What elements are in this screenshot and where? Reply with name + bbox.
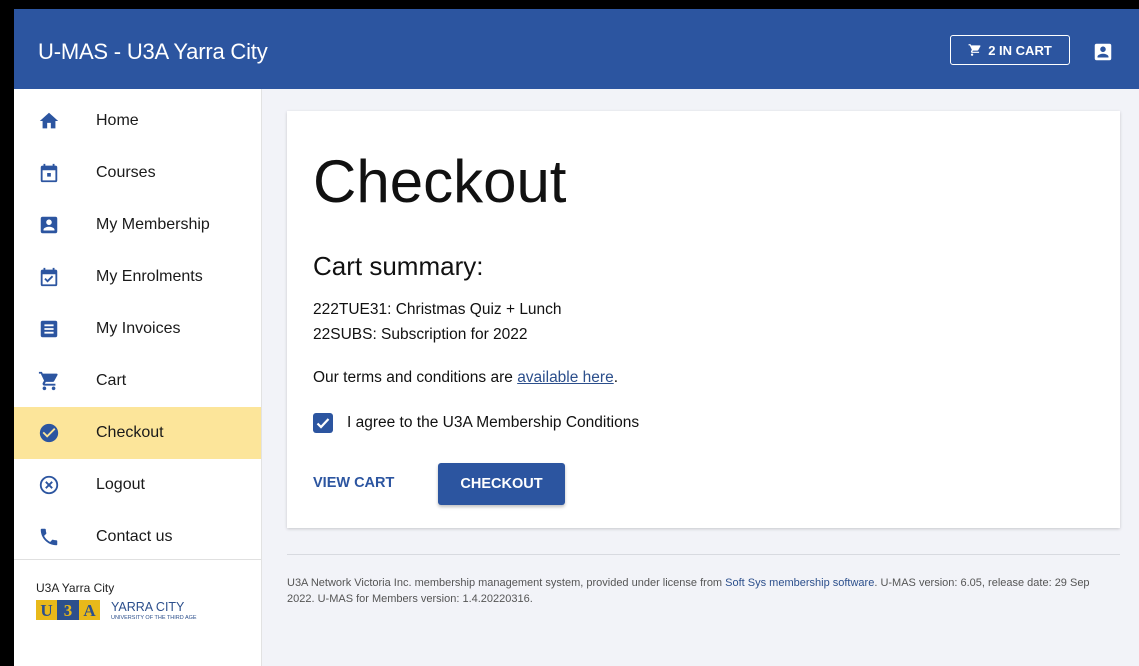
svg-text:A: A bbox=[83, 601, 96, 620]
sidebar-item-label: My Membership bbox=[96, 216, 210, 233]
cart-icon bbox=[968, 44, 981, 56]
footer-divider bbox=[287, 554, 1120, 555]
cart-summary-item: 22SUBS: Subscription for 2022 bbox=[313, 326, 528, 343]
terms-suffix: . bbox=[613, 369, 619, 386]
checkout-button[interactable]: CHECKOUT bbox=[438, 463, 565, 505]
organisation-name: U3A Yarra City bbox=[36, 581, 115, 595]
cart-count-label: 2 IN CART bbox=[988, 42, 1052, 58]
terms-prefix: Our terms and conditions are bbox=[313, 369, 518, 386]
account-box-icon[interactable] bbox=[1092, 41, 1114, 63]
cart-summary-item: 222TUE31: Christmas Quiz + Lunch bbox=[313, 301, 562, 318]
top-app-bar: U-MAS - U3A Yarra City 2 IN CART bbox=[14, 9, 1139, 89]
terms-text: Our terms and conditions are available h… bbox=[313, 369, 618, 387]
calendar-check-icon bbox=[40, 267, 58, 287]
sidebar-item-label: My Invoices bbox=[96, 320, 181, 337]
sidebar-item-logout[interactable]: Logout bbox=[14, 459, 261, 511]
footer-text: U3A Network Victoria Inc. membership man… bbox=[287, 575, 1117, 607]
cart-icon bbox=[38, 371, 58, 391]
calendar-icon bbox=[40, 163, 58, 183]
sidebar-divider bbox=[14, 559, 261, 560]
app-title: U-MAS - U3A Yarra City bbox=[38, 39, 268, 64]
sidebar-item-home[interactable]: Home bbox=[14, 95, 261, 147]
agree-checkbox[interactable] bbox=[313, 413, 333, 433]
sidebar-item-label: Logout bbox=[96, 476, 145, 493]
phone-icon bbox=[40, 528, 58, 546]
sidebar-item-label: Contact us bbox=[96, 528, 173, 545]
cart-summary-heading: Cart summary: bbox=[313, 251, 484, 281]
u3a-logo: U 3 A YARRA CITY UNIVERSITY OF THE THIRD… bbox=[36, 600, 197, 621]
sidebar-item-cart[interactable]: Cart bbox=[14, 355, 261, 407]
svg-text:3: 3 bbox=[64, 601, 73, 620]
cart-button[interactable]: 2 IN CART bbox=[950, 35, 1070, 65]
sidebar-item-my-enrolments[interactable]: My Enrolments bbox=[14, 251, 261, 303]
sidebar-item-label: Cart bbox=[96, 372, 127, 389]
agree-label[interactable]: I agree to the U3A Membership Conditions bbox=[347, 414, 639, 432]
svg-text:YARRA CITY: YARRA CITY bbox=[111, 600, 185, 614]
account-box-icon bbox=[40, 216, 58, 234]
sidebar-item-my-membership[interactable]: My Membership bbox=[14, 199, 261, 251]
page-title: Checkout bbox=[313, 148, 567, 215]
checkmark-icon bbox=[316, 418, 330, 429]
receipt-icon bbox=[40, 320, 58, 338]
app-window: U-MAS - U3A Yarra City 2 IN CART Home Co… bbox=[14, 9, 1139, 666]
view-cart-button[interactable]: VIEW CART bbox=[313, 463, 394, 503]
svg-text:U: U bbox=[40, 601, 52, 620]
svg-text:UNIVERSITY OF THE THIRD AGE: UNIVERSITY OF THE THIRD AGE bbox=[111, 615, 197, 621]
sidebar-item-checkout[interactable]: Checkout bbox=[14, 407, 261, 459]
sidebar-item-label: Home bbox=[96, 112, 139, 129]
sidebar-item-label: Courses bbox=[96, 164, 156, 181]
sidebar-nav: Home Courses My Membership My Enrolments… bbox=[14, 89, 262, 666]
sidebar-item-courses[interactable]: Courses bbox=[14, 147, 261, 199]
sidebar-item-contact-us[interactable]: Contact us bbox=[14, 511, 261, 563]
footer-text-start: U3A Network Victoria Inc. membership man… bbox=[287, 577, 726, 589]
check-circle-icon bbox=[39, 423, 59, 443]
home-icon bbox=[39, 112, 59, 129]
terms-link[interactable]: available here bbox=[517, 369, 614, 386]
sidebar-item-my-invoices[interactable]: My Invoices bbox=[14, 303, 261, 355]
sidebar-item-label: Checkout bbox=[96, 424, 164, 441]
checkout-card: Checkout Cart summary: 222TUE31: Christm… bbox=[287, 111, 1120, 528]
footer-software-link[interactable]: Soft Sys membership software bbox=[725, 577, 874, 589]
close-circle-icon bbox=[39, 475, 59, 495]
sidebar-item-label: My Enrolments bbox=[96, 268, 203, 285]
